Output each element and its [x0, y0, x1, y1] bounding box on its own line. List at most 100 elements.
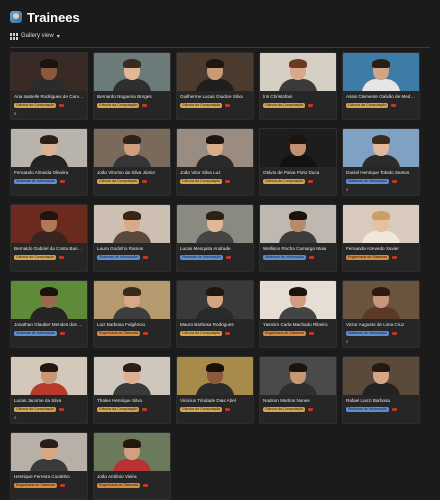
card-tags: Sistemas de Informação [97, 255, 167, 260]
trainee-name: Íris Christofani [263, 94, 293, 99]
flag-icon [225, 332, 231, 335]
trainee-photo [177, 357, 253, 395]
trainee-card[interactable]: Rafael Lanzi Barbosa Sistemas de Informaç… [342, 356, 420, 424]
trainee-name: Assis Clemente Galvão de Medeiros [346, 94, 416, 99]
card-tags: Sistemas de Informação [14, 179, 84, 184]
card-tags: Ciência da Computação [263, 407, 333, 412]
trainee-photo [343, 53, 419, 91]
course-tag: Ciência da Computação [14, 103, 57, 108]
card-tags: Sistemas de Informação [14, 331, 84, 336]
trainee-name: João Antônio Vieira [97, 474, 137, 479]
trainee-card[interactable]: Luiz Barbosa Fulgêncio Engenharia de Sist… [93, 280, 171, 348]
trainee-card[interactable]: Fernando Almeida Oliveira Sistemas de Inf… [10, 128, 88, 196]
view-label[interactable]: Gallery view [21, 33, 54, 39]
photo-shoulders [113, 307, 151, 319]
photo-hair [289, 59, 307, 68]
card-info: Guilherme Lucas Giudice Silva Ciência da … [177, 91, 253, 108]
trainee-photo [11, 129, 87, 167]
trainee-card[interactable]: Mauro Barbosa Rodrigues Ciência da Comput… [176, 280, 254, 348]
trainee-card[interactable]: Bernaldo Gabriel da Costa Bandeira Ciênci… [10, 204, 88, 272]
trainee-card[interactable]: Íris Christofani Ciência da Computação [259, 52, 337, 120]
course-tag: Sistemas de Informação [263, 255, 306, 260]
photo-shoulders [362, 79, 400, 91]
card-tags: Engenharia de Sistemas [14, 483, 84, 488]
trainee-card[interactable]: Laura Godinho Ramos Sistemas de Informaçã… [93, 204, 171, 272]
trainee-card[interactable]: Fernanda Azevedo Xavier Engenharia de Sis… [342, 204, 420, 272]
card-info: Fernanda Azevedo Xavier Engenharia de Sis… [343, 243, 419, 260]
card-tags: Ciência da Computação [14, 407, 84, 412]
photo-hair [123, 211, 141, 220]
card-info: Jonathan Glauber Mendes dos Santos Sistem… [11, 319, 87, 336]
trainee-name: Victor Augusto de Lima Cruz [346, 322, 405, 327]
trainee-card[interactable]: Ana Isabelle Rodrigues de Carvalho Ciênci… [10, 52, 88, 120]
trainee-card[interactable]: Henrique Ferreira Coutinho Engenharia de … [10, 432, 88, 500]
trainee-card[interactable]: Guilherme Lucas Giudice Silva Ciência da … [176, 52, 254, 120]
flag-icon [391, 180, 397, 183]
trainee-card[interactable]: Victor Augusto de Lima Cruz Sistemas de I… [342, 280, 420, 348]
trainee-photo [343, 205, 419, 243]
flag-icon [59, 408, 65, 411]
trainee-name: Rafael Lanzi Barbosa [346, 398, 390, 403]
flag-icon [392, 256, 398, 259]
trainee-card[interactable]: João Antônio Vieira Engenharia de Sistema… [93, 432, 171, 500]
trainee-card[interactable]: Daniel Henrique Toledo Santos Sistemas de… [342, 128, 420, 196]
trainee-card[interactable]: Assis Clemente Galvão de Medeiros Ciência… [342, 52, 420, 120]
photo-shoulders [30, 383, 68, 395]
trainee-card[interactable]: Vinícius Trindade Dias Abel Ciência da Co… [176, 356, 254, 424]
photo-shoulders [362, 155, 400, 167]
trainee-card[interactable]: João Vitor Silva Luz Ciência da Computaçã… [176, 128, 254, 196]
trainee-name: Nadson Martins Nunes [263, 398, 310, 403]
trainee-name: Yasmim Carla Machado Ribeiro [263, 322, 328, 327]
trainee-card[interactable]: Nadson Martins Nunes Ciência da Computaçã… [259, 356, 337, 424]
card-tags: Ciência da Computação [263, 103, 333, 108]
header-divider [10, 47, 430, 48]
photo-hair [372, 211, 390, 220]
photo-hair [206, 363, 224, 372]
card-info: Luiz Barbosa Fulgêncio Engenharia de Sist… [94, 319, 170, 336]
trainee-count: 5 [14, 111, 17, 116]
course-tag: Engenharia de Sistemas [14, 483, 58, 488]
flag-icon [225, 408, 231, 411]
photo-hair [206, 211, 224, 220]
trainee-photo [11, 433, 87, 471]
course-tag: Sistemas de Informação [346, 407, 389, 412]
trainee-card[interactable]: Lucas Mesquita Andrade Sistemas de Inform… [176, 204, 254, 272]
flag-icon [142, 256, 148, 259]
photo-shoulders [362, 231, 400, 243]
card-tags: Ciência da Computação [14, 103, 84, 108]
photo-shoulders [113, 383, 151, 395]
card-tags: Ciência da Computação [180, 179, 250, 184]
trainee-card[interactable]: Wellison Rocha Camargo Maia Sistemas de I… [259, 204, 337, 272]
flag-icon [225, 104, 231, 107]
course-tag: Engenharia de Sistemas [97, 331, 141, 336]
card-tags: Ciência da Computação [97, 103, 167, 108]
photo-shoulders [30, 155, 68, 167]
course-tag: Sistemas de Informação [346, 331, 389, 336]
card-tags: Ciência da Computação [180, 103, 250, 108]
photo-hair [372, 135, 390, 144]
photo-shoulders [113, 459, 151, 471]
flag-icon [60, 484, 66, 487]
flag-icon [309, 332, 315, 335]
flag-icon [391, 332, 397, 335]
trainee-card[interactable]: Yasmim Carla Machado Ribeiro Engenharia d… [259, 280, 337, 348]
flag-icon [225, 180, 231, 183]
trainee-photo [94, 281, 170, 319]
trainee-card[interactable]: Lucas Jacome da Silva Ciência da Computaç… [10, 356, 88, 424]
course-tag: Ciência da Computação [346, 103, 389, 108]
trainee-card[interactable]: Otávio de Paiva Pinto Duca Ciência da Com… [259, 128, 337, 196]
trainee-card[interactable]: João Vitorino da Silva Júnior Ciência da … [93, 128, 171, 196]
trainee-card[interactable]: Thales Henrique Silva Ciência da Computaç… [93, 356, 171, 424]
photo-hair [289, 287, 307, 296]
trainee-photo [94, 357, 170, 395]
course-tag: Ciência da Computação [263, 179, 306, 184]
photo-hair [372, 287, 390, 296]
chevron-down-icon[interactable]: ▾ [57, 33, 60, 40]
card-info: João Antônio Vieira Engenharia de Sistema… [94, 471, 170, 488]
flag-icon [142, 104, 148, 107]
view-switcher[interactable]: Gallery view ▾ [0, 28, 440, 44]
flag-icon [143, 332, 149, 335]
trainee-card[interactable]: Bernardo Nogueira Borges Ciência da Compu… [93, 52, 171, 120]
photo-hair [372, 59, 390, 68]
trainee-card[interactable]: Jonathan Glauber Mendes dos Santos Sistem… [10, 280, 88, 348]
